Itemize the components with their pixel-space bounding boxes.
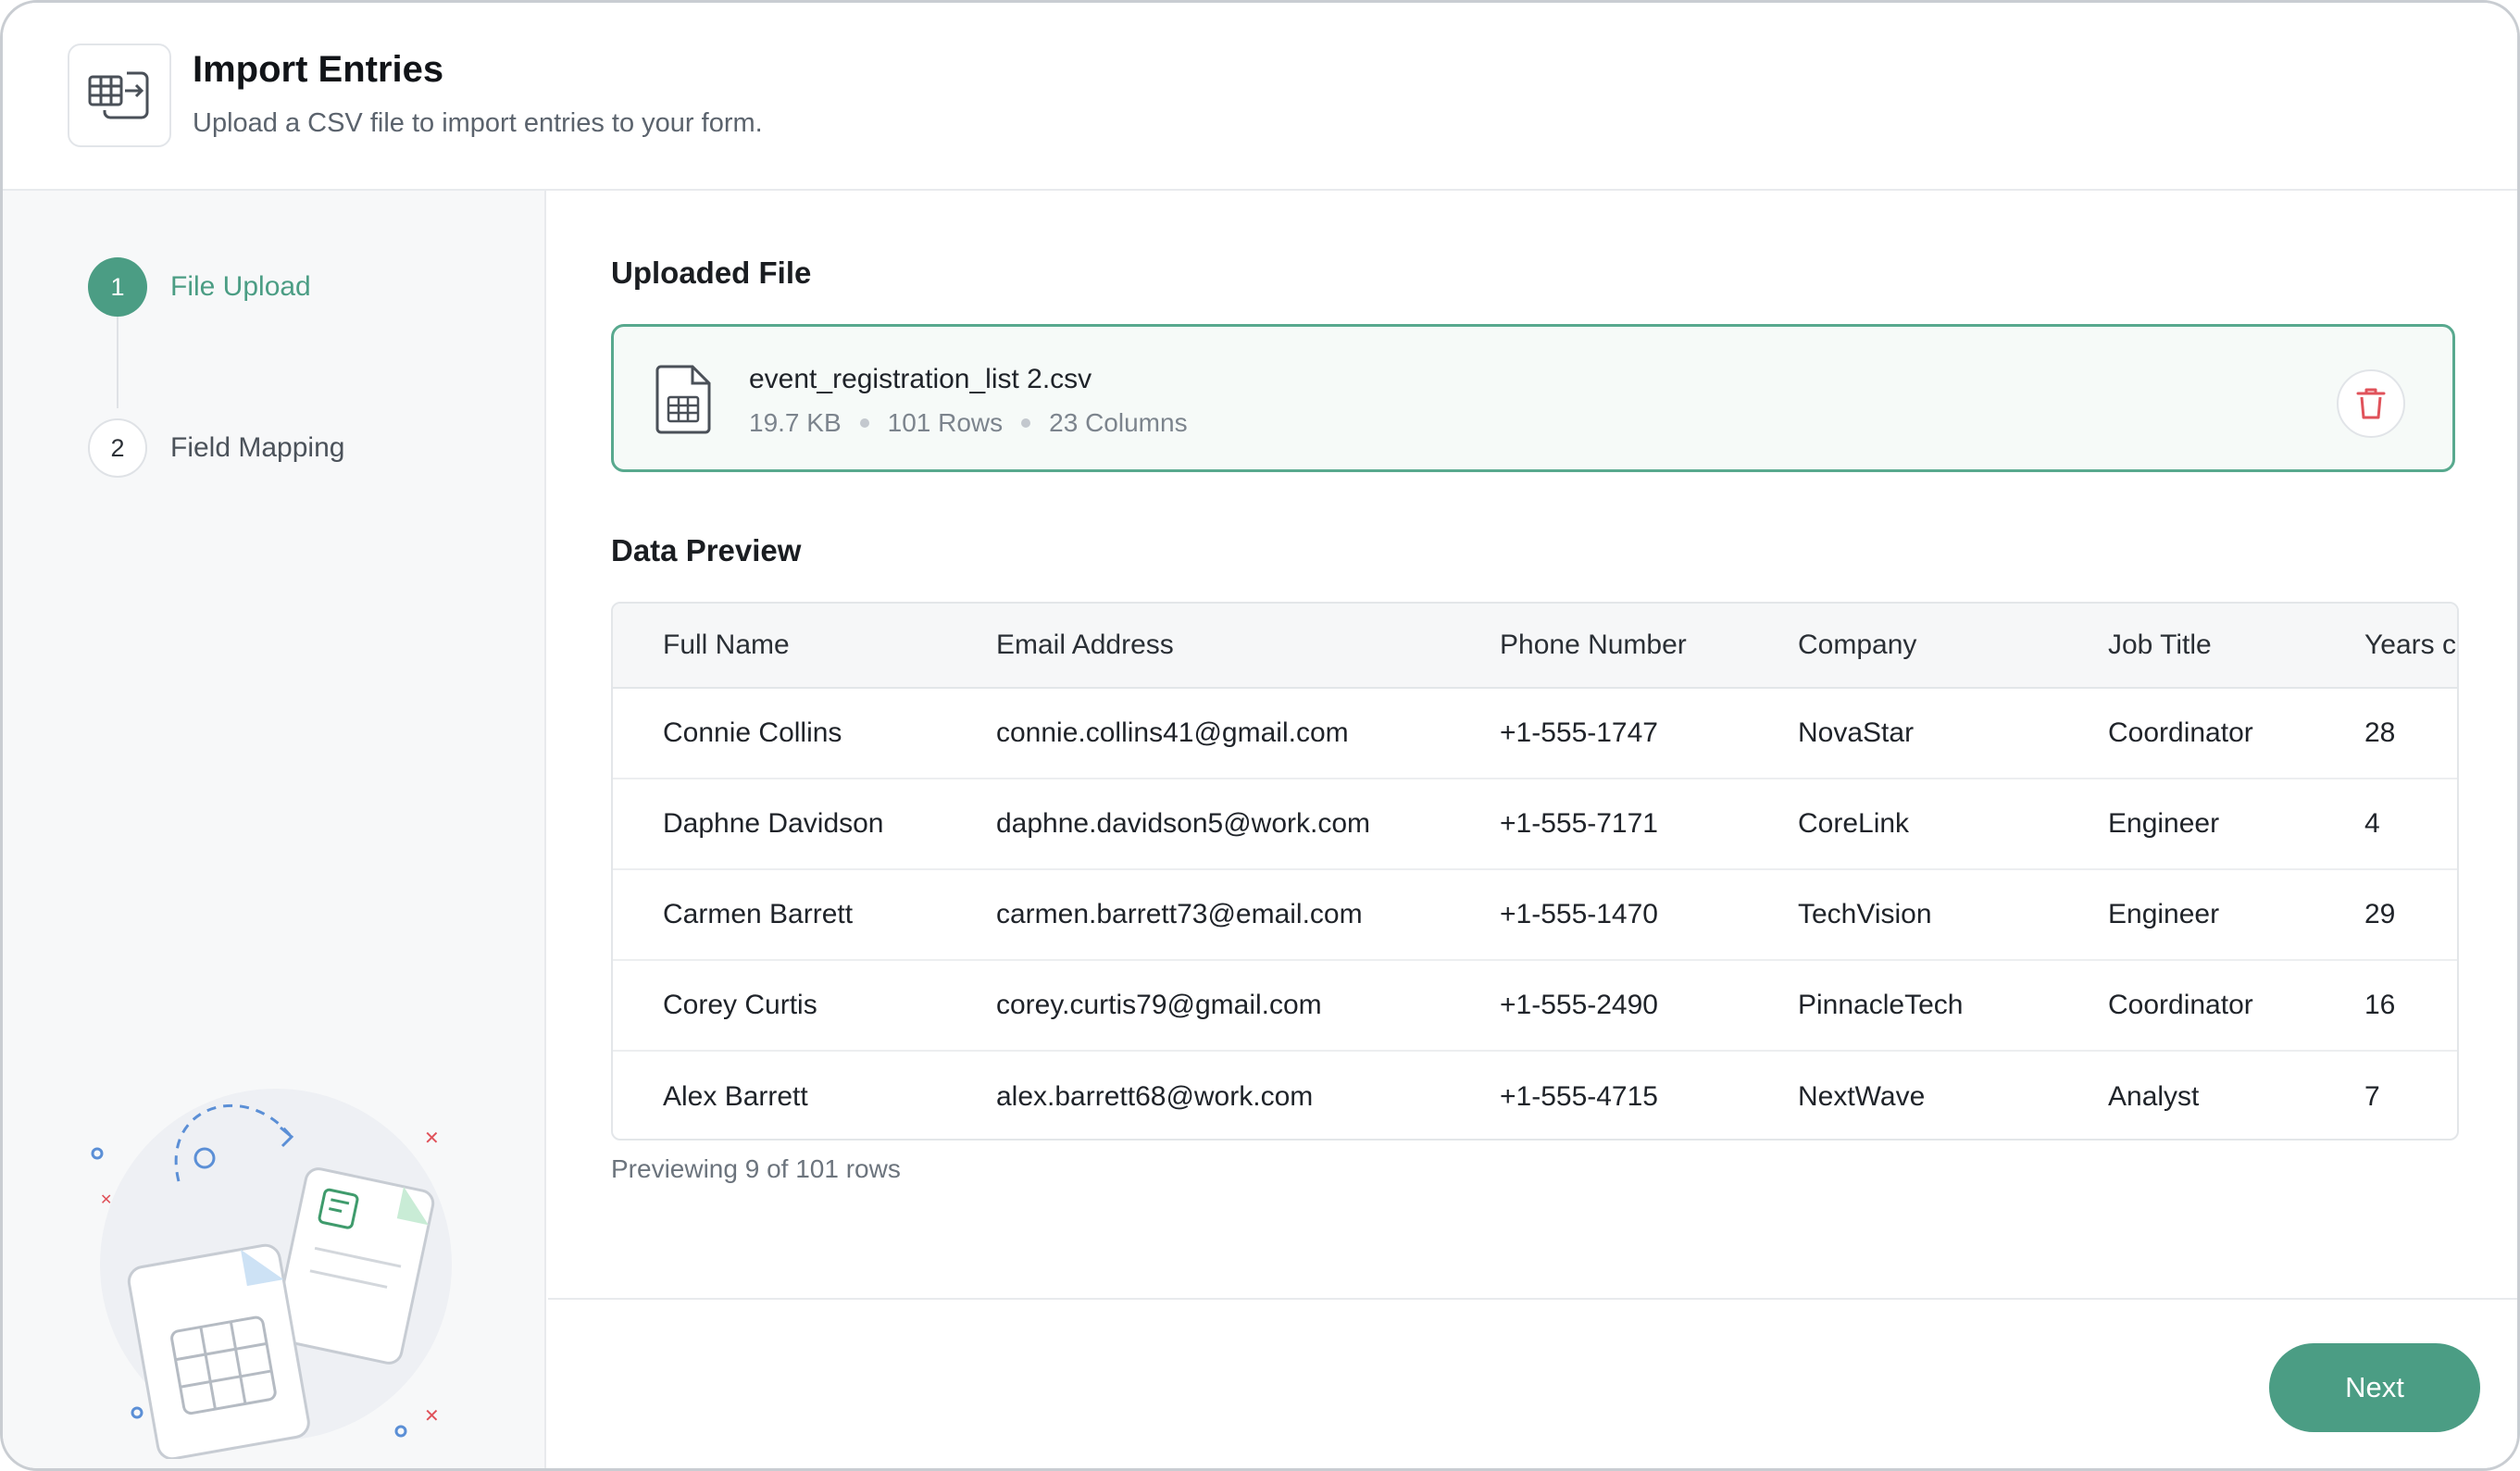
table-cell: Daphne Davidson xyxy=(663,808,884,839)
import-dialog: Import Entries Upload a CSV file to impo… xyxy=(0,0,2520,1471)
next-button[interactable]: Next xyxy=(2269,1343,2480,1432)
table-cell: 4 xyxy=(2364,808,2380,839)
dialog-title: Import Entries xyxy=(193,49,444,90)
table-cell: connie.collins41@gmail.com xyxy=(996,717,1349,748)
steps-sidebar: 1 File Upload 2 Field Mapping ✕ ✕ ✕ xyxy=(3,191,546,1468)
table-cell: Alex Barrett xyxy=(663,1081,808,1112)
table-cell: Engineer xyxy=(2108,899,2220,929)
dialog-subtitle: Upload a CSV file to import entries to y… xyxy=(193,108,763,138)
table-cell: +1-555-4715 xyxy=(1500,1081,1658,1112)
table-cell: alex.barrett68@work.com xyxy=(996,1081,1314,1112)
svg-text:✕: ✕ xyxy=(424,1128,440,1149)
uploaded-file-card: event_registration_list 2.csv 19.7 KB 10… xyxy=(611,324,2455,472)
column-header: Job Title xyxy=(2108,630,2212,660)
table-cell: corey.curtis79@gmail.com xyxy=(996,990,1322,1020)
table-header-row: Full Name Email Address Phone Number Com… xyxy=(613,604,2457,689)
step-connector xyxy=(117,308,119,408)
file-import-illustration: ✕ ✕ ✕ xyxy=(77,1070,466,1461)
table-cell: 28 xyxy=(2364,717,2396,748)
uploaded-file-heading: Uploaded File xyxy=(611,256,812,290)
file-columns: 23 Columns xyxy=(1049,408,1188,437)
data-preview-table[interactable]: Full Name Email Address Phone Number Com… xyxy=(611,602,2459,1141)
file-meta: 19.7 KB 101 Rows 23 Columns xyxy=(749,408,1188,438)
table-cell: Corey Curtis xyxy=(663,990,817,1020)
svg-text:✕: ✕ xyxy=(100,1192,112,1208)
table-row: Alex Barrett alex.barrett68@work.com +1-… xyxy=(613,1052,2457,1139)
table-row: Daphne Davidson daphne.davidson5@work.co… xyxy=(613,779,2457,870)
table-row: Connie Collins connie.collins41@gmail.co… xyxy=(613,689,2457,779)
step-file-upload[interactable]: 1 File Upload xyxy=(88,257,311,317)
preview-row-count: Previewing 9 of 101 rows xyxy=(611,1154,901,1183)
step-label: Field Mapping xyxy=(170,432,345,463)
table-cell: Connie Collins xyxy=(663,717,842,748)
file-name: event_registration_list 2.csv xyxy=(749,364,1092,394)
step-label: File Upload xyxy=(170,271,311,302)
table-cell: +1-555-7171 xyxy=(1500,808,1658,839)
step-number: 1 xyxy=(88,257,147,317)
table-row: Corey Curtis corey.curtis79@gmail.com +1… xyxy=(613,961,2457,1052)
table-cell: Carmen Barrett xyxy=(663,899,854,929)
table-cell: carmen.barrett73@email.com xyxy=(996,899,1363,929)
dialog-footer: Next xyxy=(548,1298,2517,1468)
table-cell: Coordinator xyxy=(2108,990,2253,1020)
table-row: Carmen Barrett carmen.barrett73@email.co… xyxy=(613,870,2457,961)
file-rows: 101 Rows xyxy=(887,408,1004,437)
separator-dot xyxy=(1021,418,1031,428)
delete-file-button[interactable] xyxy=(2337,369,2405,438)
table-cell: Analyst xyxy=(2108,1081,2200,1112)
svg-text:✕: ✕ xyxy=(424,1406,440,1427)
column-header: Email Address xyxy=(996,630,1174,660)
dialog-header: Import Entries Upload a CSV file to impo… xyxy=(3,3,2517,191)
table-cell: +1-555-2490 xyxy=(1500,990,1658,1020)
table-cell: 7 xyxy=(2364,1081,2380,1112)
column-header: Phone Number xyxy=(1500,630,1687,660)
column-header: Company xyxy=(1798,630,1917,660)
step-number: 2 xyxy=(88,418,147,478)
data-preview-heading: Data Preview xyxy=(611,533,802,567)
table-cell: NextWave xyxy=(1798,1081,1926,1112)
table-cell: PinnacleTech xyxy=(1798,990,1964,1020)
trash-icon xyxy=(2356,388,2386,419)
table-cell: daphne.davidson5@work.com xyxy=(996,808,1371,839)
separator-dot xyxy=(859,418,869,428)
table-cell: +1-555-1470 xyxy=(1500,899,1658,929)
table-cell: Engineer xyxy=(2108,808,2220,839)
column-header: Years c xyxy=(2364,630,2456,660)
table-cell: +1-555-1747 xyxy=(1500,717,1658,748)
table-cell: Coordinator xyxy=(2108,717,2253,748)
table-cell: 16 xyxy=(2364,990,2396,1020)
file-size: 19.7 KB xyxy=(749,408,842,437)
table-cell: CoreLink xyxy=(1798,808,1910,839)
table-cell: TechVision xyxy=(1798,899,1932,929)
column-header: Full Name xyxy=(663,630,790,660)
step-field-mapping[interactable]: 2 Field Mapping xyxy=(88,418,344,478)
main-content: Uploaded File event_registration_list 2.… xyxy=(548,191,2517,1298)
spreadsheet-file-icon xyxy=(655,364,713,439)
table-cell: NovaStar xyxy=(1798,717,1915,748)
table-cell: 29 xyxy=(2364,899,2396,929)
table-import-icon xyxy=(68,44,171,147)
